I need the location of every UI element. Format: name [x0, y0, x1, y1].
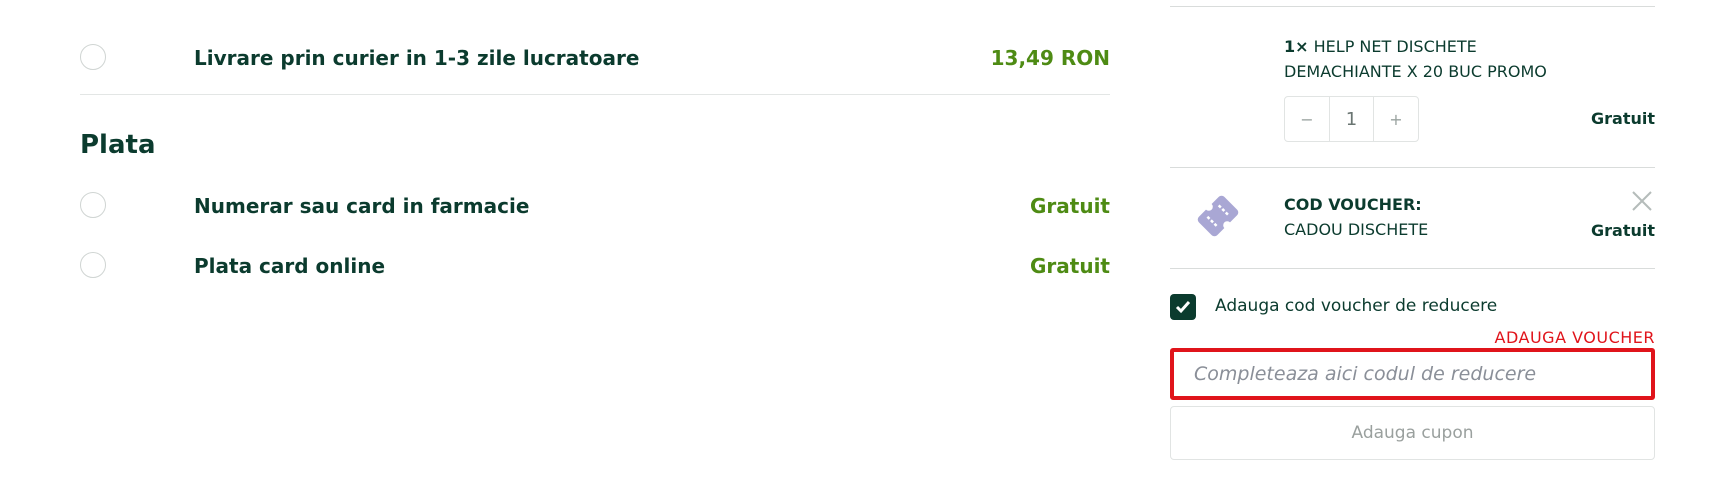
product-name-line2: DEMACHIANTE X 20 BUC PROMO [1284, 62, 1547, 81]
product-qty-prefix: 1× [1284, 37, 1309, 56]
divider [1170, 167, 1655, 168]
payment-option-pharmacy[interactable]: Numerar sau card in farmacie Gratuit [80, 184, 1110, 224]
divider [1170, 6, 1655, 7]
voucher-title: COD VOUCHER: [1284, 195, 1422, 214]
payment-option-price: Gratuit [1030, 194, 1110, 218]
shipping-radio[interactable] [80, 44, 106, 70]
shipping-option-courier[interactable]: Livrare prin curier in 1-3 zile lucratoa… [80, 36, 1110, 76]
increase-quantity-button[interactable]: + [1374, 97, 1418, 141]
payment-radio[interactable] [80, 192, 106, 218]
checkmark-icon [1175, 301, 1191, 314]
payment-option-price: Gratuit [1030, 254, 1110, 278]
product-price: Gratuit [1591, 109, 1655, 128]
divider [1170, 268, 1655, 269]
shipping-option-label: Livrare prin curier in 1-3 zile lucratoa… [194, 46, 640, 70]
add-voucher-note: ADAUGA VOUCHER [1494, 328, 1655, 347]
payment-radio[interactable] [80, 252, 106, 278]
close-icon[interactable] [1629, 188, 1655, 214]
decrease-quantity-button[interactable]: − [1285, 97, 1329, 141]
voucher-code: CADOU DISCHETE [1284, 220, 1429, 239]
payment-option-label: Plata card online [194, 254, 386, 278]
discount-code-checkbox-label[interactable]: Adauga cod voucher de reducere [1215, 296, 1497, 316]
quantity-stepper[interactable]: − 1 + [1284, 96, 1419, 142]
product-name: 1× HELP NET DISCHETE DEMACHIANTE X 20 BU… [1284, 34, 1584, 84]
discount-code-input[interactable] [1170, 348, 1655, 400]
shipping-option-price: 13,49 RON [990, 46, 1110, 70]
voucher-price: Gratuit [1591, 221, 1655, 240]
payment-option-card-online[interactable]: Plata card online Gratuit [80, 244, 1110, 284]
divider [80, 94, 1110, 95]
discount-code-checkbox[interactable] [1170, 294, 1196, 320]
add-coupon-button[interactable]: Adauga cupon [1170, 406, 1655, 460]
payment-section-title: Plata [80, 130, 156, 160]
payment-option-label: Numerar sau card in farmacie [194, 194, 530, 218]
voucher-ticket-icon [1197, 195, 1239, 237]
quantity-value[interactable]: 1 [1329, 97, 1374, 141]
product-name-line1: HELP NET DISCHETE [1313, 37, 1477, 56]
